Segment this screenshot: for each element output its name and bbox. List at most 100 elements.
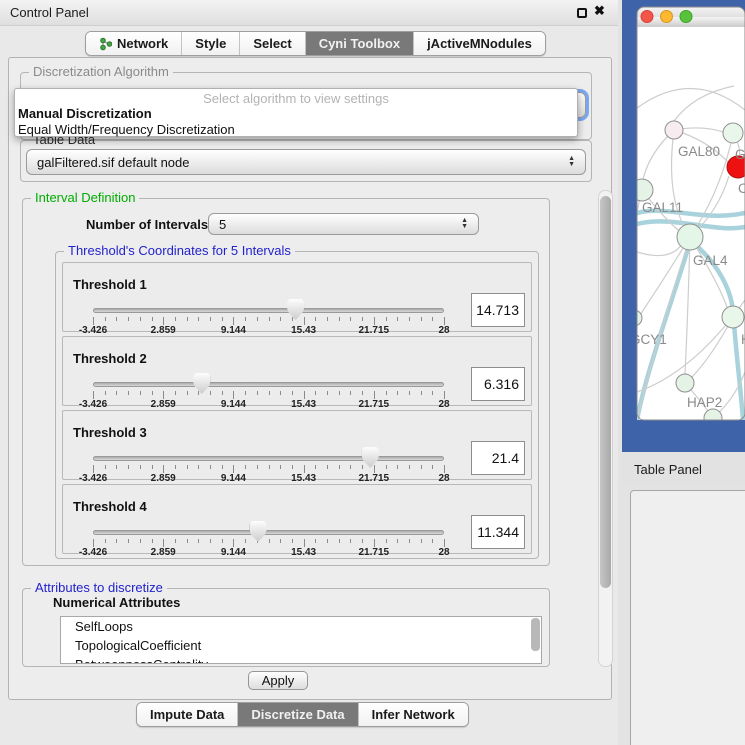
threshold-slider[interactable]: -3.4262.8599.14415.4321.71528	[93, 303, 444, 333]
tick-mark	[187, 317, 188, 321]
tick-mark	[245, 465, 246, 469]
tick-mark	[374, 317, 375, 325]
attribute-item-selfloops[interactable]: SelfLoops	[61, 617, 541, 636]
tab-select[interactable]: Select	[239, 32, 304, 55]
tick-label: 15.43	[291, 547, 316, 558]
network-node-label: GA	[735, 147, 745, 162]
tick-mark	[421, 317, 422, 321]
tab-jactivemnodules[interactable]: jActiveMNodules	[413, 32, 545, 55]
network-node[interactable]	[722, 306, 744, 328]
tick-mark	[93, 465, 94, 473]
tick-mark	[280, 539, 281, 543]
apply-button[interactable]: Apply	[248, 671, 308, 690]
numerical-attributes-label: Numerical Attributes	[53, 595, 180, 610]
tick-mark	[210, 465, 211, 469]
tab-impute-data[interactable]: Impute Data	[137, 703, 237, 726]
zoom-traffic-light-icon[interactable]	[680, 11, 692, 23]
tick-mark	[397, 317, 398, 321]
tick-mark	[432, 465, 433, 469]
slider-track[interactable]	[93, 382, 444, 387]
tick-mark	[280, 391, 281, 395]
slider-thumb[interactable]	[362, 447, 379, 468]
tab-discretize-data[interactable]: Discretize Data	[237, 703, 357, 726]
tick-label: 28	[438, 325, 449, 336]
tick-mark	[327, 539, 328, 543]
network-node-label: H	[741, 332, 745, 347]
tick-mark	[292, 465, 293, 469]
threshold-value-field[interactable]: 21.4	[471, 441, 525, 475]
tab-style[interactable]: Style	[181, 32, 239, 55]
tick-mark	[163, 391, 164, 399]
tick-label: 15.43	[291, 473, 316, 484]
tick-mark	[327, 391, 328, 395]
tick-mark	[175, 391, 176, 395]
tab-cyni-toolbox[interactable]: Cyni Toolbox	[305, 32, 413, 55]
tick-mark	[432, 391, 433, 395]
tick-label: 15.43	[291, 399, 316, 410]
tick-mark	[163, 465, 164, 473]
bottom-tab-bar: Impute Data Discretize DataInfer Network	[136, 702, 469, 727]
threshold-slider[interactable]: -3.4262.8599.14415.4321.71528	[93, 451, 444, 481]
minimize-traffic-light-icon[interactable]	[661, 11, 673, 23]
num-intervals-combo[interactable]: 5 ▲▼	[208, 213, 479, 235]
thresholds-group-title: Threshold's Coordinates for 5 Intervals	[64, 243, 295, 258]
attribute-item-topologicalcoefficient[interactable]: TopologicalCoefficient	[61, 636, 541, 655]
slider-thumb[interactable]	[250, 521, 267, 542]
threshold-value-field[interactable]: 6.316	[471, 367, 525, 401]
table-data-combo[interactable]: galFiltered.sif default node ▲▼	[26, 149, 586, 175]
tick-mark	[386, 317, 387, 321]
tick-mark	[140, 465, 141, 469]
slider-track[interactable]	[93, 456, 444, 461]
tick-mark	[140, 391, 141, 395]
tick-mark	[175, 465, 176, 469]
tick-mark	[233, 539, 234, 547]
tick-mark	[292, 317, 293, 321]
tick-mark	[304, 317, 305, 325]
attributes-list[interactable]: SelfLoopsTopologicalCoefficientBetweenne…	[60, 616, 542, 664]
tick-mark	[339, 465, 340, 469]
tick-mark	[198, 539, 199, 543]
network-node[interactable]	[677, 224, 703, 250]
tick-mark	[128, 317, 129, 321]
attribute-item-betweennesscentrality[interactable]: BetweennessCentrality	[61, 655, 541, 664]
tick-mark	[116, 317, 117, 321]
tick-mark	[339, 391, 340, 395]
slider-thumb[interactable]	[287, 299, 304, 320]
tick-mark	[105, 465, 106, 469]
threshold-value-field[interactable]: 11.344	[471, 515, 525, 549]
network-node[interactable]	[665, 121, 683, 139]
num-intervals-value: 5	[219, 217, 226, 232]
algorithm-option-manual-discretization[interactable]: Manual Discretization	[18, 106, 152, 121]
tab-infer-network[interactable]: Infer Network	[358, 703, 468, 726]
network-view-canvas[interactable]: GAL80GACGAL11GAL4GCY1HHAP2	[622, 0, 745, 452]
close-traffic-light-icon[interactable]	[641, 11, 653, 23]
tick-mark	[362, 539, 363, 543]
slider-track[interactable]	[93, 308, 444, 313]
tick-label: 2.859	[151, 399, 176, 410]
threshold-value-field[interactable]: 14.713	[471, 293, 525, 327]
content-scrollbar-thumb[interactable]	[600, 196, 611, 588]
combo-stepper-icon: ▲▼	[461, 218, 468, 230]
network-node[interactable]	[676, 374, 694, 392]
num-intervals-label: Number of Intervals	[86, 217, 208, 232]
threshold-slider[interactable]: -3.4262.8599.14415.4321.71528	[93, 377, 444, 407]
float-window-icon[interactable]	[577, 8, 587, 18]
tick-mark	[128, 539, 129, 543]
tick-label: 2.859	[151, 473, 176, 484]
tick-mark	[116, 465, 117, 469]
slider-track[interactable]	[93, 530, 444, 535]
tab-label: jActiveMNodules	[427, 36, 532, 51]
attributes-list-scrollbar[interactable]	[531, 618, 540, 651]
network-node[interactable]	[723, 123, 743, 143]
threshold-slider[interactable]: -3.4262.8599.14415.4321.71528	[93, 525, 444, 555]
tick-mark	[222, 317, 223, 321]
tick-mark	[105, 317, 106, 321]
tab-label: Impute Data	[150, 707, 224, 722]
close-window-icon[interactable]: ✖	[594, 3, 605, 19]
right-region: GAL80GACGAL11GAL4GCY1HHAP2 Table Panel ⚙…	[622, 0, 745, 745]
tick-label: -3.426	[79, 473, 107, 484]
algorithm-option-equal-width-frequency-discretization[interactable]: Equal Width/Frequency Discretization	[18, 122, 235, 137]
tab-network[interactable]: Network	[86, 32, 181, 55]
tick-mark	[386, 391, 387, 395]
slider-thumb[interactable]	[193, 373, 210, 394]
